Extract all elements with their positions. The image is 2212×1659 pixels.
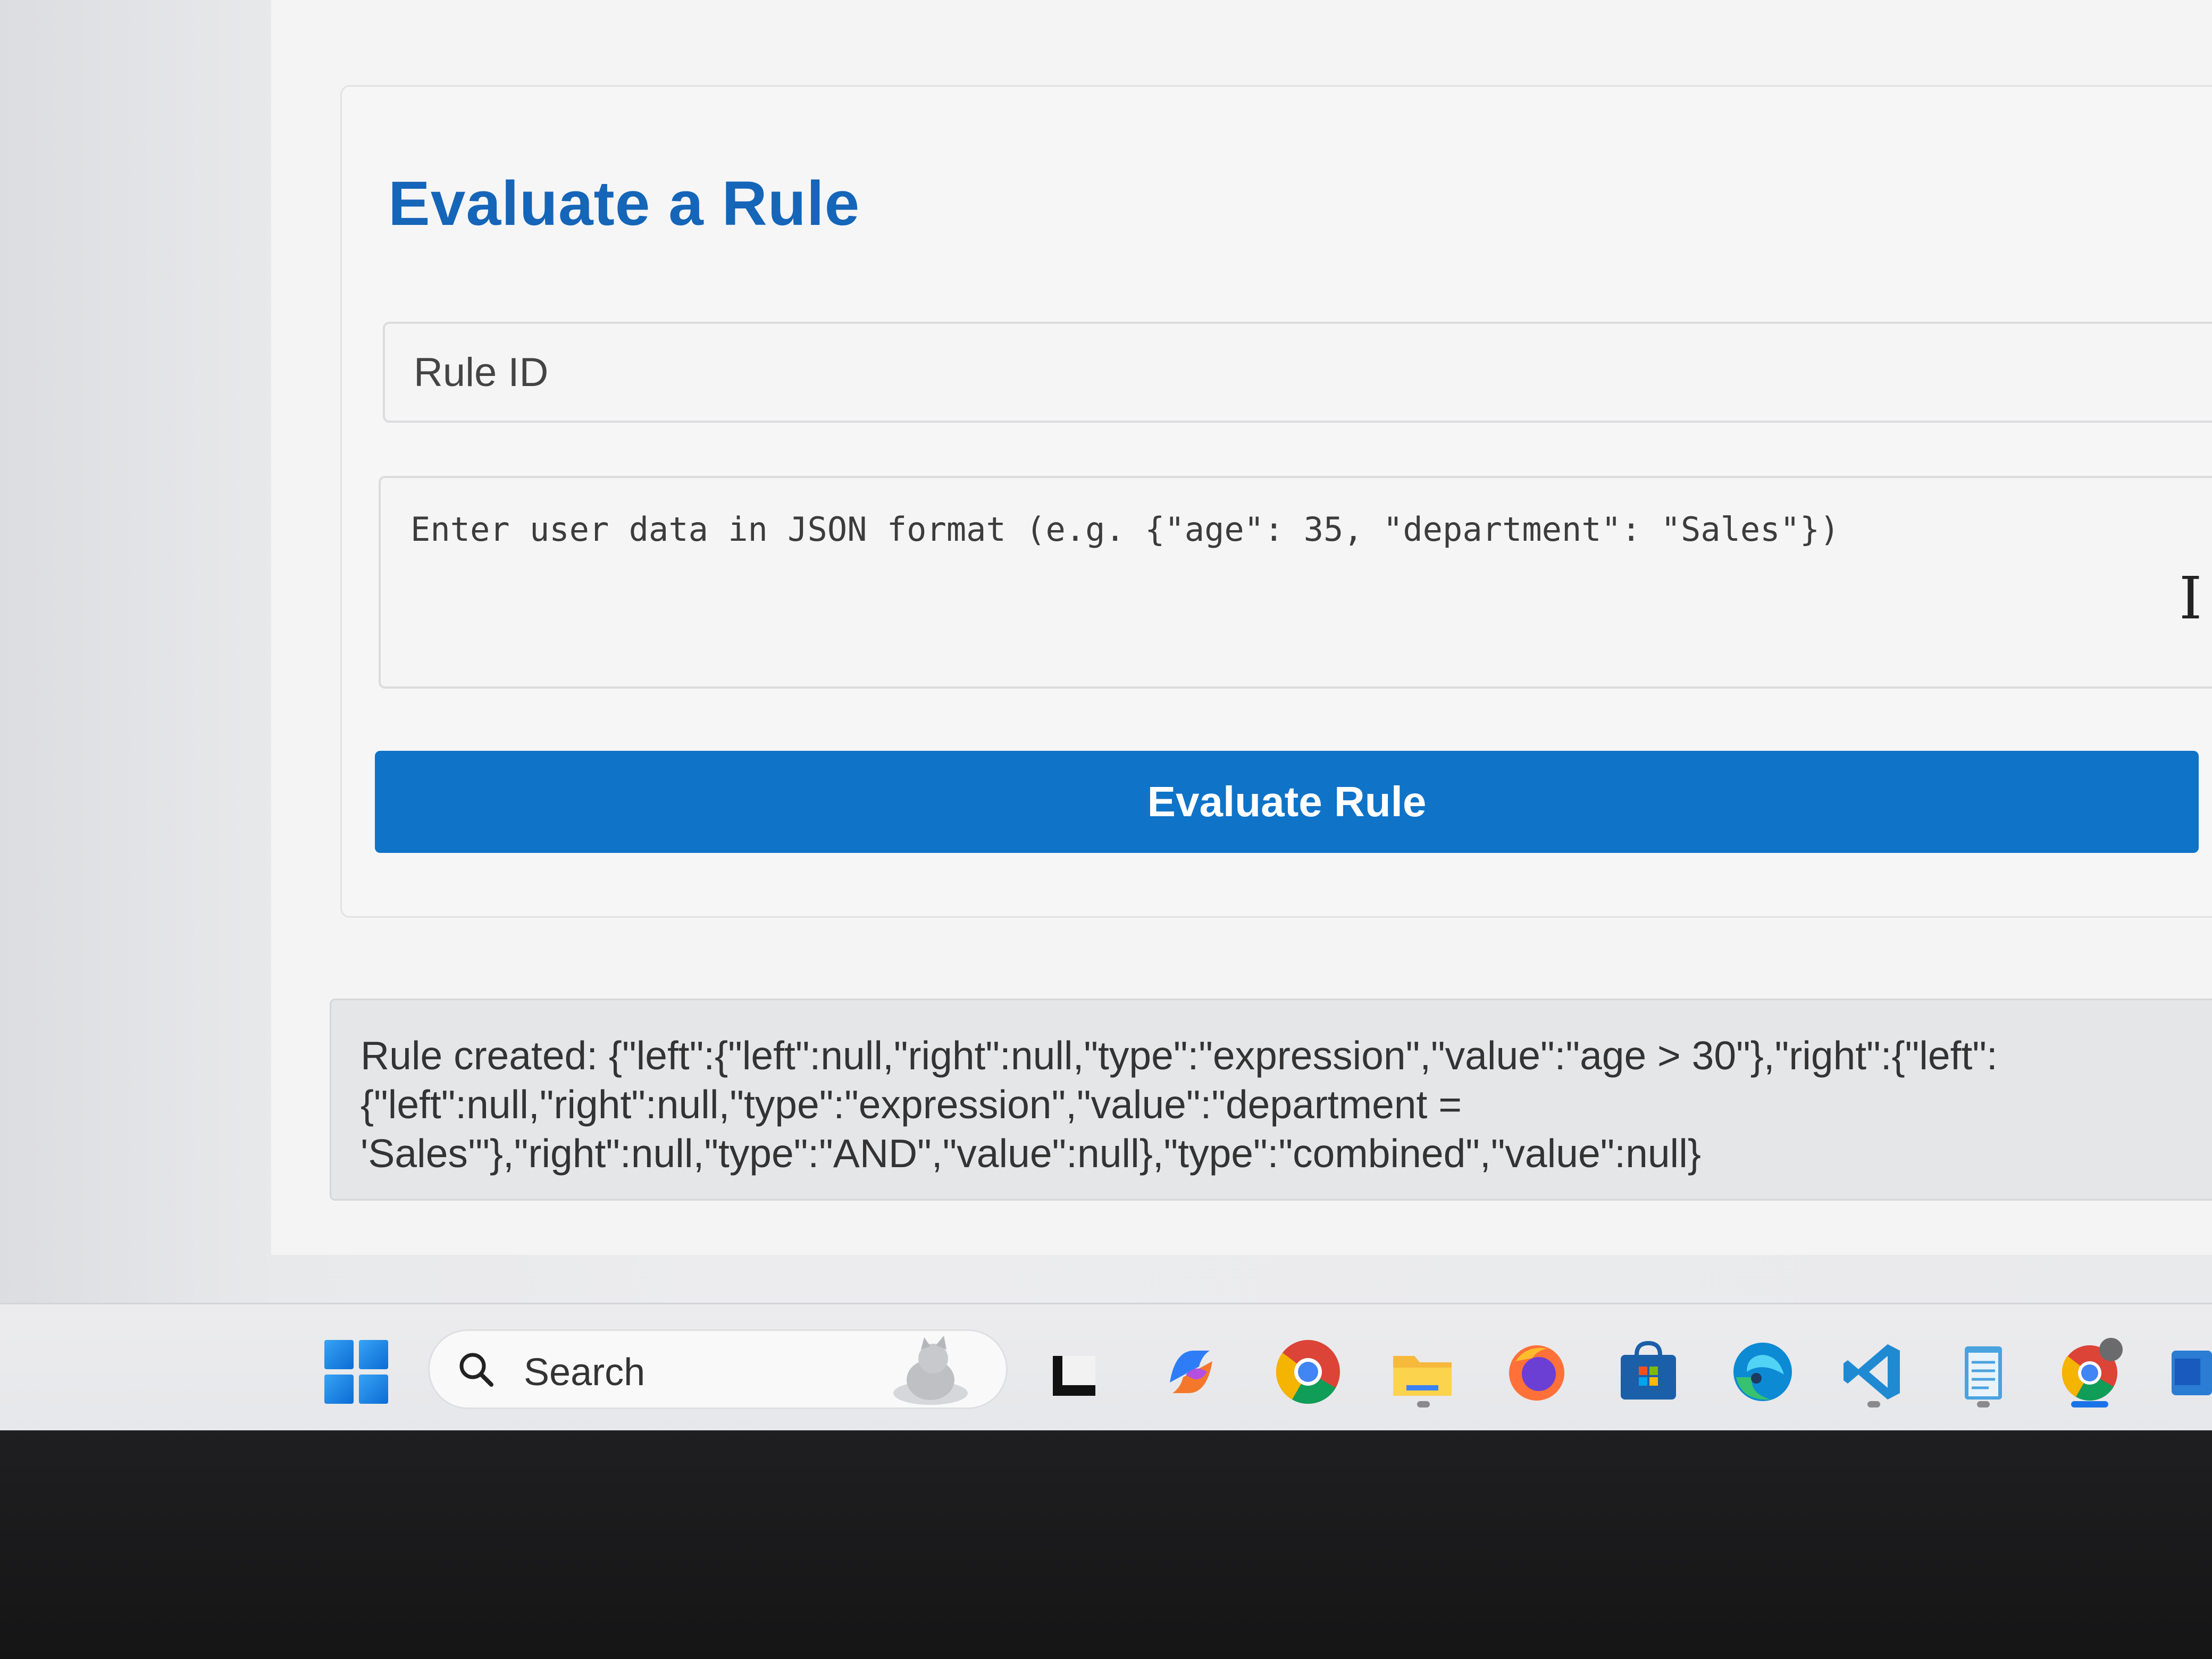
laptop-bezel bbox=[0, 1430, 2212, 1659]
result-line: 'Sales'"},"right":null,"type":"AND","val… bbox=[361, 1131, 1701, 1176]
notepad-icon[interactable] bbox=[1946, 1335, 2021, 1409]
rule-id-input[interactable] bbox=[383, 322, 2212, 423]
cat-icon bbox=[893, 1336, 968, 1405]
vscode-running-indicator bbox=[1867, 1401, 1880, 1407]
edge-icon[interactable] bbox=[1725, 1335, 1800, 1409]
user-data-textarea[interactable] bbox=[379, 476, 2212, 689]
chrome-icon[interactable] bbox=[1271, 1335, 1345, 1409]
screen: Evaluate a Rule I Evaluate Rule Rule cre… bbox=[0, 0, 2212, 1430]
result-line: Rule created: {"left":{"left":null,"righ… bbox=[361, 1033, 1998, 1078]
firefox-icon[interactable] bbox=[1499, 1335, 1574, 1409]
search-label: Search bbox=[524, 1351, 646, 1394]
chrome-active-indicator bbox=[2071, 1401, 2108, 1407]
result-output: Rule created: {"left":{"left":null,"righ… bbox=[330, 999, 2212, 1201]
notepad-running-indicator bbox=[1977, 1401, 1990, 1407]
chrome-profile-icon[interactable] bbox=[2052, 1335, 2127, 1409]
copilot-icon[interactable] bbox=[1154, 1335, 1228, 1409]
word-icon[interactable] bbox=[2164, 1335, 2212, 1409]
text-cursor-icon: I bbox=[2179, 564, 2202, 632]
file-explorer-icon[interactable] bbox=[1385, 1335, 1460, 1409]
vscode-icon[interactable] bbox=[1837, 1335, 1912, 1409]
evaluate-rule-button[interactable]: Evaluate Rule bbox=[375, 751, 2199, 853]
task-view-icon[interactable] bbox=[1037, 1335, 1111, 1409]
search-icon bbox=[459, 1353, 493, 1387]
windows-start-icon[interactable] bbox=[324, 1340, 388, 1404]
explorer-running-indicator bbox=[1417, 1401, 1430, 1407]
form-title: Evaluate a Rule bbox=[388, 169, 860, 239]
result-line: {"left":null,"right":null,"type":"expres… bbox=[361, 1082, 1462, 1127]
microsoft-store-icon[interactable] bbox=[1611, 1335, 1686, 1409]
